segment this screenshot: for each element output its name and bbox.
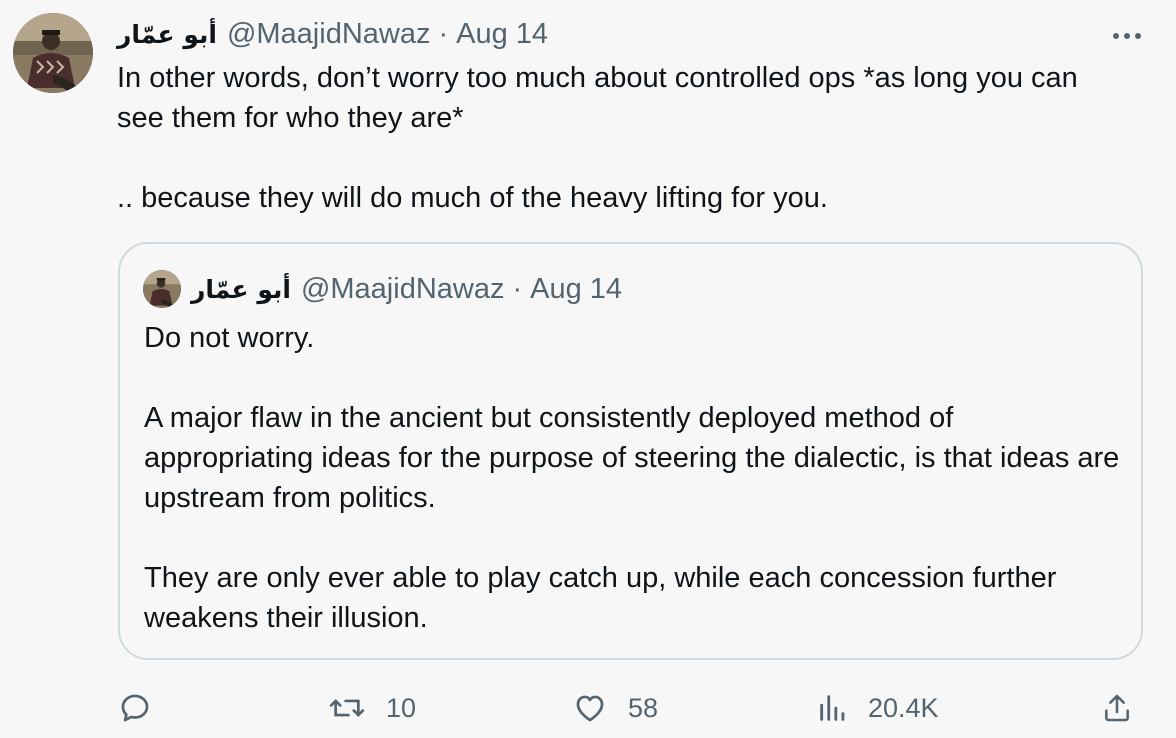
retweet-button[interactable]: 10: [328, 680, 416, 736]
tweet: أبو عمّار @MaajidNawaz · Aug 14 In other…: [0, 0, 1176, 738]
display-name[interactable]: أبو عمّار: [117, 20, 217, 49]
quote-paragraph: A major flaw in the ancient but consiste…: [144, 402, 1120, 514]
avatar[interactable]: [13, 13, 93, 93]
views-button[interactable]: 20.4K: [818, 680, 939, 736]
quote-paragraph: Do not worry.: [144, 322, 315, 354]
user-handle[interactable]: @MaajidNawaz: [227, 18, 431, 51]
tweet-text-line: .. because they will do much of the heav…: [117, 182, 828, 214]
heart-icon: [576, 695, 604, 722]
quote-date: Aug 14: [530, 272, 623, 305]
quoted-tweet[interactable]: أبو عمّار @MaajidNawaz · Aug 14 Do not w…: [118, 242, 1143, 660]
reply-button[interactable]: [118, 680, 152, 736]
quote-user-handle: @MaajidNawaz: [300, 272, 505, 305]
quote-display-name: أبو عمّار: [191, 274, 291, 304]
views-count: 20.4K: [868, 692, 939, 723]
views-chart-icon: [820, 695, 845, 721]
reply-icon: [121, 694, 149, 722]
tweet-text: In other words, don’t worry too much abo…: [117, 58, 1127, 218]
tweet-text-line: In other words, don’t worry too much abo…: [117, 62, 1078, 134]
like-count: 58: [628, 692, 659, 723]
quote-separator-dot: ·: [512, 272, 523, 305]
tweet-date[interactable]: Aug 14: [456, 18, 548, 51]
quote-paragraph: They are only ever able to play catch up…: [144, 562, 1057, 634]
tweet-header: أبو عمّار @MaajidNawaz · Aug 14: [117, 16, 548, 52]
more-options-button[interactable]: [1108, 26, 1146, 46]
quote-avatar: [143, 270, 181, 308]
separator-dot: ·: [438, 17, 449, 50]
more-horizontal-icon: [1113, 33, 1141, 39]
retweet-count: 10: [386, 692, 417, 723]
like-button[interactable]: 58: [572, 680, 658, 736]
quote-text: Do not worry. A major flaw in the ancien…: [144, 318, 1124, 638]
action-bar: 10 58 20.4K: [0, 680, 1176, 736]
quote-header: أبو عمّار @MaajidNawaz · Aug 14: [143, 270, 622, 308]
share-icon: [1105, 694, 1129, 722]
retweet-icon: [329, 699, 365, 717]
share-button[interactable]: [1101, 680, 1133, 736]
